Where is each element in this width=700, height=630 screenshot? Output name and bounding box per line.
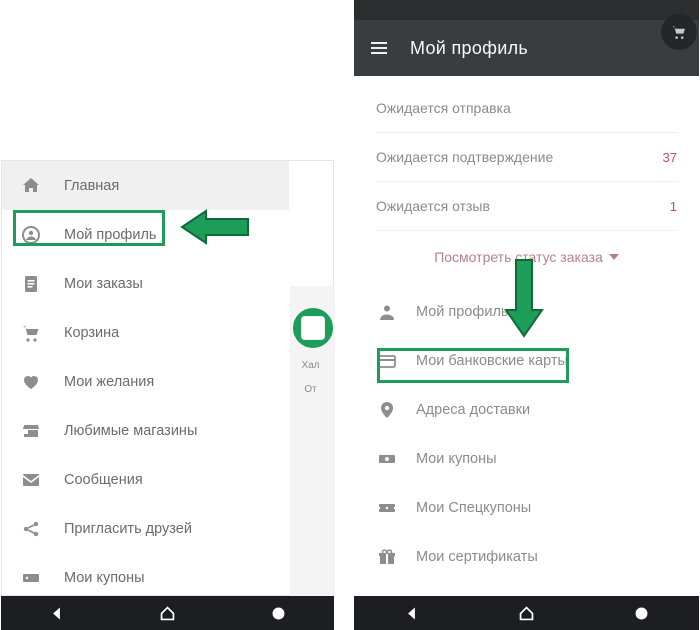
person-icon <box>376 301 398 323</box>
profile-item-pin[interactable]: Адреса доставки <box>354 385 699 434</box>
nav-home-button[interactable] <box>159 605 176 622</box>
heart-icon <box>20 371 42 393</box>
menu-label: Мои купоны <box>64 570 145 586</box>
profile-item-label: Адреса доставки <box>416 402 530 418</box>
status-label: Ожидается отзыв <box>376 198 490 214</box>
cart-icon <box>20 322 42 344</box>
menu-item-mail[interactable]: Сообщения <box>2 455 289 504</box>
menu-label: Мои желания <box>64 374 154 390</box>
home-icon <box>20 175 42 197</box>
status-item[interactable]: Ожидается подтверждение 37 <box>354 133 699 181</box>
menu-label: Мой профиль <box>64 227 156 243</box>
menu-item-store[interactable]: Любимые магазины <box>2 406 289 455</box>
menu-item-orders[interactable]: Мои заказы <box>2 259 289 308</box>
nav-recent-button[interactable] <box>270 605 287 622</box>
share-icon <box>20 518 42 540</box>
menu-item-heart[interactable]: Мои желания <box>2 357 289 406</box>
status-label: Ожидается подтверждение <box>376 149 553 165</box>
profile-icon <box>20 224 42 246</box>
status-label: Ожидается отправка <box>376 100 511 116</box>
profile-item-label: Мои сертификаты <box>416 549 538 565</box>
gift-icon <box>376 546 398 568</box>
pin-icon <box>376 399 398 421</box>
header-title: Мой профиль <box>410 38 528 59</box>
profile-item-label: Мои купоны <box>416 451 497 467</box>
strip-label-2: От <box>304 384 316 396</box>
status-list: Ожидается отправка Ожидается подтверждени… <box>354 76 699 239</box>
menu-label: Любимые магазины <box>64 423 197 439</box>
arrow-pointing-down <box>502 258 546 338</box>
profile-item-gift[interactable]: Мои сертификаты <box>354 532 699 581</box>
menu-item-coupon[interactable]: Мои купоны <box>2 553 289 602</box>
left-drawer-panel: Главная Мой профиль Мои заказы Корзина Мои ж… <box>1 160 334 596</box>
left-content-strip: Хал От <box>290 286 335 597</box>
status-item[interactable]: Ожидается отправка <box>354 84 699 132</box>
separator <box>376 230 677 231</box>
menu-label: Главная <box>64 178 119 194</box>
nav-bar-left <box>1 596 334 630</box>
highlight-bank-cards <box>377 348 569 383</box>
store-icon <box>20 420 42 442</box>
profile-item-label: Мой профиль <box>416 304 508 320</box>
status-count: 37 <box>663 150 677 165</box>
status-bar <box>354 0 699 20</box>
coupon-icon <box>20 567 42 589</box>
nav-back-button[interactable] <box>48 605 65 622</box>
nav-back-button[interactable] <box>403 605 420 622</box>
menu-item-home[interactable]: Главная <box>2 161 289 210</box>
money-icon <box>376 448 398 470</box>
menu-label: Пригласить друзей <box>64 521 192 537</box>
nav-bar-right <box>354 596 699 630</box>
caret-down-icon <box>609 254 619 260</box>
nav-recent-button[interactable] <box>633 605 650 622</box>
orders-icon <box>20 273 42 295</box>
profile-item-label: Мои Спецкупоны <box>416 500 531 516</box>
hamburger-icon[interactable] <box>368 37 390 59</box>
status-item[interactable]: Ожидается отзыв 1 <box>354 182 699 230</box>
profile-item-money[interactable]: Мои купоны <box>354 434 699 483</box>
cart-bubble[interactable] <box>661 14 697 50</box>
menu-label: Сообщения <box>64 472 143 488</box>
mail-icon <box>20 469 42 491</box>
strip-label-1: Хал <box>301 360 319 372</box>
ticket-icon <box>376 497 398 519</box>
menu-label: Корзина <box>64 325 119 341</box>
nav-home-button[interactable] <box>518 605 535 622</box>
arrow-pointing-left <box>180 205 252 249</box>
status-count: 1 <box>670 199 677 214</box>
menu-item-cart[interactable]: Корзина <box>2 308 289 357</box>
right-header: Мой профиль <box>354 20 699 76</box>
profile-item-ticket[interactable]: Мои Спецкупоны <box>354 483 699 532</box>
menu-item-share[interactable]: Пригласить друзей <box>2 504 289 553</box>
list-icon-circle <box>293 308 333 348</box>
menu-label: Мои заказы <box>64 276 143 292</box>
